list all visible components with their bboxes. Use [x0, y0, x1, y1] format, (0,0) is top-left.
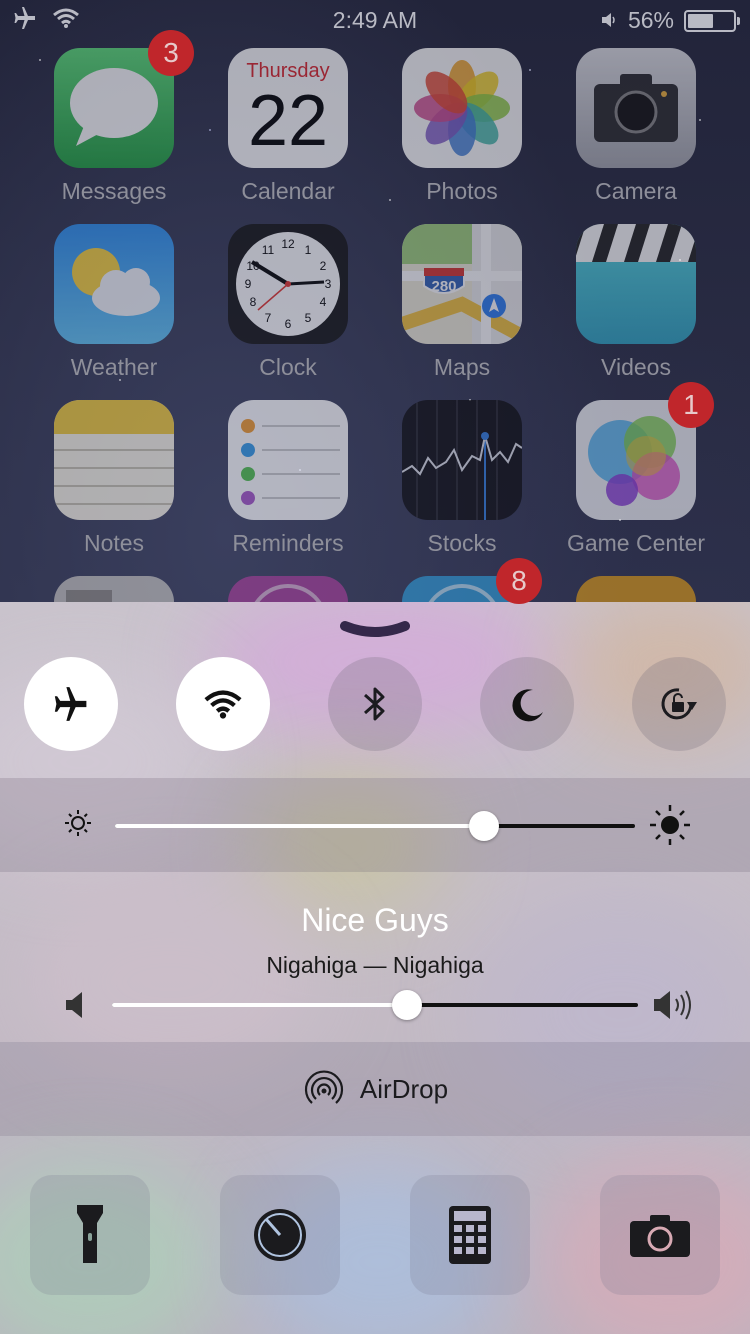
battery-percent: 56% [627, 7, 674, 33]
camera-icon [576, 48, 696, 168]
wifi-toggle[interactable] [176, 657, 270, 751]
volume-high-icon [652, 988, 696, 1027]
volume-icon [600, 7, 618, 34]
videos-icon [576, 224, 696, 344]
bluetooth-icon [364, 687, 385, 721]
camera-button[interactable] [600, 1175, 720, 1295]
svg-text:3: 3 [325, 277, 332, 291]
song-title[interactable]: Nice Guys [0, 902, 750, 939]
svg-text:12: 12 [281, 237, 295, 251]
svg-text:6: 6 [285, 317, 292, 331]
airplane-mode-toggle[interactable] [24, 657, 118, 751]
volume-slider[interactable] [112, 990, 638, 1020]
svg-text:9: 9 [245, 277, 252, 291]
airplane-icon [54, 687, 87, 721]
app-weather[interactable]: Weather [27, 224, 201, 381]
notification-badge: 1 [668, 382, 714, 428]
calculator-icon [449, 1206, 491, 1264]
volume-low-icon [64, 990, 88, 1025]
brightness-knob[interactable] [469, 811, 500, 841]
map-shield-number: 280 [431, 278, 457, 295]
svg-text:7: 7 [265, 311, 272, 325]
newsstand-icon [66, 590, 112, 602]
app-label: Videos [601, 354, 671, 380]
camera-icon [630, 1215, 690, 1257]
timer-icon [254, 1209, 306, 1261]
notes-icon [54, 400, 174, 520]
volume-knob[interactable] [391, 990, 422, 1020]
calendar-icon: Thursday 22 [228, 48, 348, 168]
volume-fill [112, 1003, 407, 1007]
calendar-day: 22 [247, 81, 329, 161]
bluetooth-toggle[interactable] [328, 657, 422, 751]
do-not-disturb-toggle[interactable] [480, 657, 574, 751]
flashlight-icon [77, 1205, 103, 1263]
svg-text:11: 11 [262, 243, 275, 257]
reminders-icon [228, 400, 348, 520]
app-clock[interactable]: 12 1 2 345 678 9 10 11 Clock [201, 224, 375, 381]
app-reminders[interactable]: Reminders [201, 400, 375, 557]
brightness-low-icon [62, 807, 94, 844]
brightness-fill [115, 824, 485, 828]
moon-icon [512, 689, 543, 722]
stocks-icon [402, 400, 522, 520]
calendar-weekday: Thursday [246, 60, 330, 82]
calculator-button[interactable] [410, 1175, 530, 1295]
brightness-high-icon [648, 803, 692, 852]
rotation-lock-toggle[interactable] [632, 657, 726, 751]
photos-icon [402, 48, 522, 168]
app-label: Calendar [241, 178, 335, 204]
chevron-down-icon [340, 621, 410, 637]
svg-text:2: 2 [320, 259, 327, 273]
wifi-icon [204, 690, 242, 719]
weather-icon [54, 224, 174, 344]
airdrop-button[interactable]: AirDrop [0, 1064, 750, 1114]
app-notes[interactable]: Notes [27, 400, 201, 557]
dismiss-chevron[interactable] [339, 620, 411, 646]
app-label: Camera [595, 178, 677, 204]
app-videos[interactable]: Videos [549, 224, 723, 381]
toggle-row [0, 657, 750, 753]
svg-text:5: 5 [305, 311, 312, 325]
app-camera[interactable]: Camera [549, 48, 723, 205]
airdrop-label: AirDrop [359, 1073, 449, 1104]
battery-fill [688, 13, 713, 28]
app-label: Notes [83, 530, 145, 556]
control-center: Nice Guys Nigahiga — Nigahiga AirDrop [0, 602, 750, 1334]
app-label: Messages [61, 178, 167, 204]
svg-text:1: 1 [305, 243, 312, 257]
app-label: Game Center [566, 530, 706, 556]
status-bar: 2:49 AM 56% [0, 0, 750, 40]
airdrop-icon [304, 1070, 343, 1104]
notification-badge: 8 [496, 558, 542, 604]
rotation-lock-icon [661, 688, 697, 720]
flashlight-button[interactable] [30, 1175, 150, 1295]
app-calendar[interactable]: Thursday 22 Calendar [201, 48, 375, 205]
brightness-slider[interactable] [115, 811, 635, 841]
app-label: Weather [70, 354, 158, 380]
battery-icon [684, 9, 740, 32]
svg-text:4: 4 [320, 295, 327, 309]
app-stocks[interactable]: Stocks [375, 400, 549, 557]
app-maps[interactable]: 280 Maps [375, 224, 549, 381]
app-label: Maps [433, 354, 491, 380]
clock-icon: 12 1 2 345 678 9 10 11 [228, 224, 348, 344]
notification-badge: 3 [148, 30, 194, 76]
maps-icon: 280 [402, 224, 522, 344]
app-label: Photos [426, 178, 498, 204]
timer-button[interactable] [220, 1175, 340, 1295]
song-artist: Nigahiga — Nigahiga [266, 952, 484, 978]
app-label: Clock [259, 354, 317, 380]
app-label: Stocks [427, 530, 497, 556]
svg-text:8: 8 [250, 295, 257, 309]
app-photos[interactable]: Photos [375, 48, 549, 205]
app-label: Reminders [232, 530, 344, 556]
